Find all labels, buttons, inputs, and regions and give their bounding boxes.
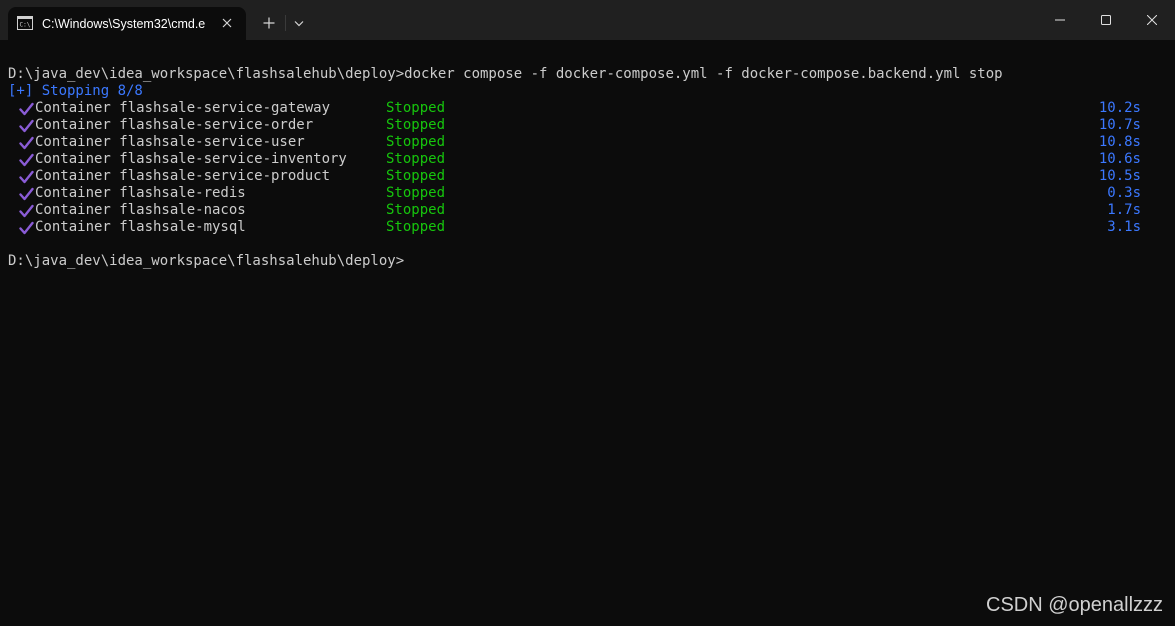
checkmark-icon [19,187,34,201]
container-row: Container flashsale-service-gateway Stopp… [0,100,1175,117]
title-bar[interactable]: C:\ C:\Windows\System32\cmd.e [0,0,1175,40]
container-time: 10.2s [1098,100,1141,116]
container-name: Container flashsale-service-user [35,134,305,150]
container-time: 10.7s [1098,117,1141,133]
command-prompt: D:\java_dev\idea_workspace\flashsalehub\… [8,253,405,269]
checkmark-icon [19,170,34,184]
svg-text:C:\: C:\ [20,22,31,29]
container-time: 10.6s [1098,151,1141,167]
container-name: Container flashsale-redis [35,185,246,201]
checkmark-icon [19,102,34,116]
container-row: Container flashsale-service-order Stopped… [0,117,1175,134]
container-status: Stopped [386,168,446,184]
container-status: Stopped [386,185,446,201]
container-name: Container flashsale-service-gateway [35,100,331,116]
close-icon [222,18,232,28]
minimize-icon [1055,19,1065,21]
checkmark-icon [19,119,34,133]
terminal-output[interactable]: D:\java_dev\idea_workspace\flashsalehub\… [0,40,1175,626]
container-row: Container flashsale-redis Stopped 0.3s [0,185,1175,202]
maximize-icon [1101,15,1111,25]
progress-line: [+] Stopping 8/8 [8,83,143,99]
tab-cmd[interactable]: C:\ C:\Windows\System32\cmd.e [8,7,246,40]
close-icon [1147,15,1157,25]
chevron-down-icon [294,21,304,27]
tab-title: C:\Windows\System32\cmd.e [42,17,206,31]
cmd-icon: C:\ [17,16,33,30]
command-line: D:\java_dev\idea_workspace\flashsalehub\… [8,66,1003,82]
container-row: Container flashsale-mysql Stopped 3.1s [0,219,1175,236]
container-status: Stopped [386,202,446,218]
container-time: 0.3s [1107,185,1141,201]
container-status: Stopped [386,117,446,133]
container-status: Stopped [386,219,446,235]
container-time: 10.8s [1098,134,1141,150]
container-name: Container flashsale-mysql [35,219,246,235]
container-time: 1.7s [1107,202,1141,218]
maximize-button[interactable] [1083,0,1129,40]
container-status: Stopped [386,100,446,116]
container-name: Container flashsale-service-product [35,168,331,184]
container-name: Container flashsale-nacos [35,202,246,218]
container-name: Container flashsale-service-inventory [35,151,347,167]
container-status: Stopped [386,151,446,167]
minimize-button[interactable] [1037,0,1083,40]
container-status: Stopped [386,134,446,150]
plus-icon [263,17,275,29]
checkmark-icon [19,221,34,235]
watermark: CSDN @openallzzz [986,594,1164,616]
profile-dropdown-button[interactable] [288,11,310,35]
checkmark-icon [19,153,34,167]
container-row: Container flashsale-service-user Stopped 1… [0,134,1175,151]
tab-close-button[interactable] [218,14,236,32]
container-name: Container flashsale-service-order [35,117,314,133]
container-row: Container flashsale-service-product Stopp… [0,168,1175,185]
container-time: 10.5s [1098,168,1141,184]
container-row: Container flashsale-service-inventory Sto… [0,151,1175,168]
terminal-window: C:\ C:\Windows\System32\cmd.e D:\java_de… [0,0,1175,626]
window-close-button[interactable] [1129,0,1175,40]
new-tab-button[interactable] [256,11,282,35]
checkmark-icon [19,204,34,218]
container-time: 3.1s [1107,219,1141,235]
container-row: Container flashsale-nacos Stopped 1.7s [0,202,1175,219]
checkmark-icon [19,136,34,150]
tab-separator [285,15,286,31]
